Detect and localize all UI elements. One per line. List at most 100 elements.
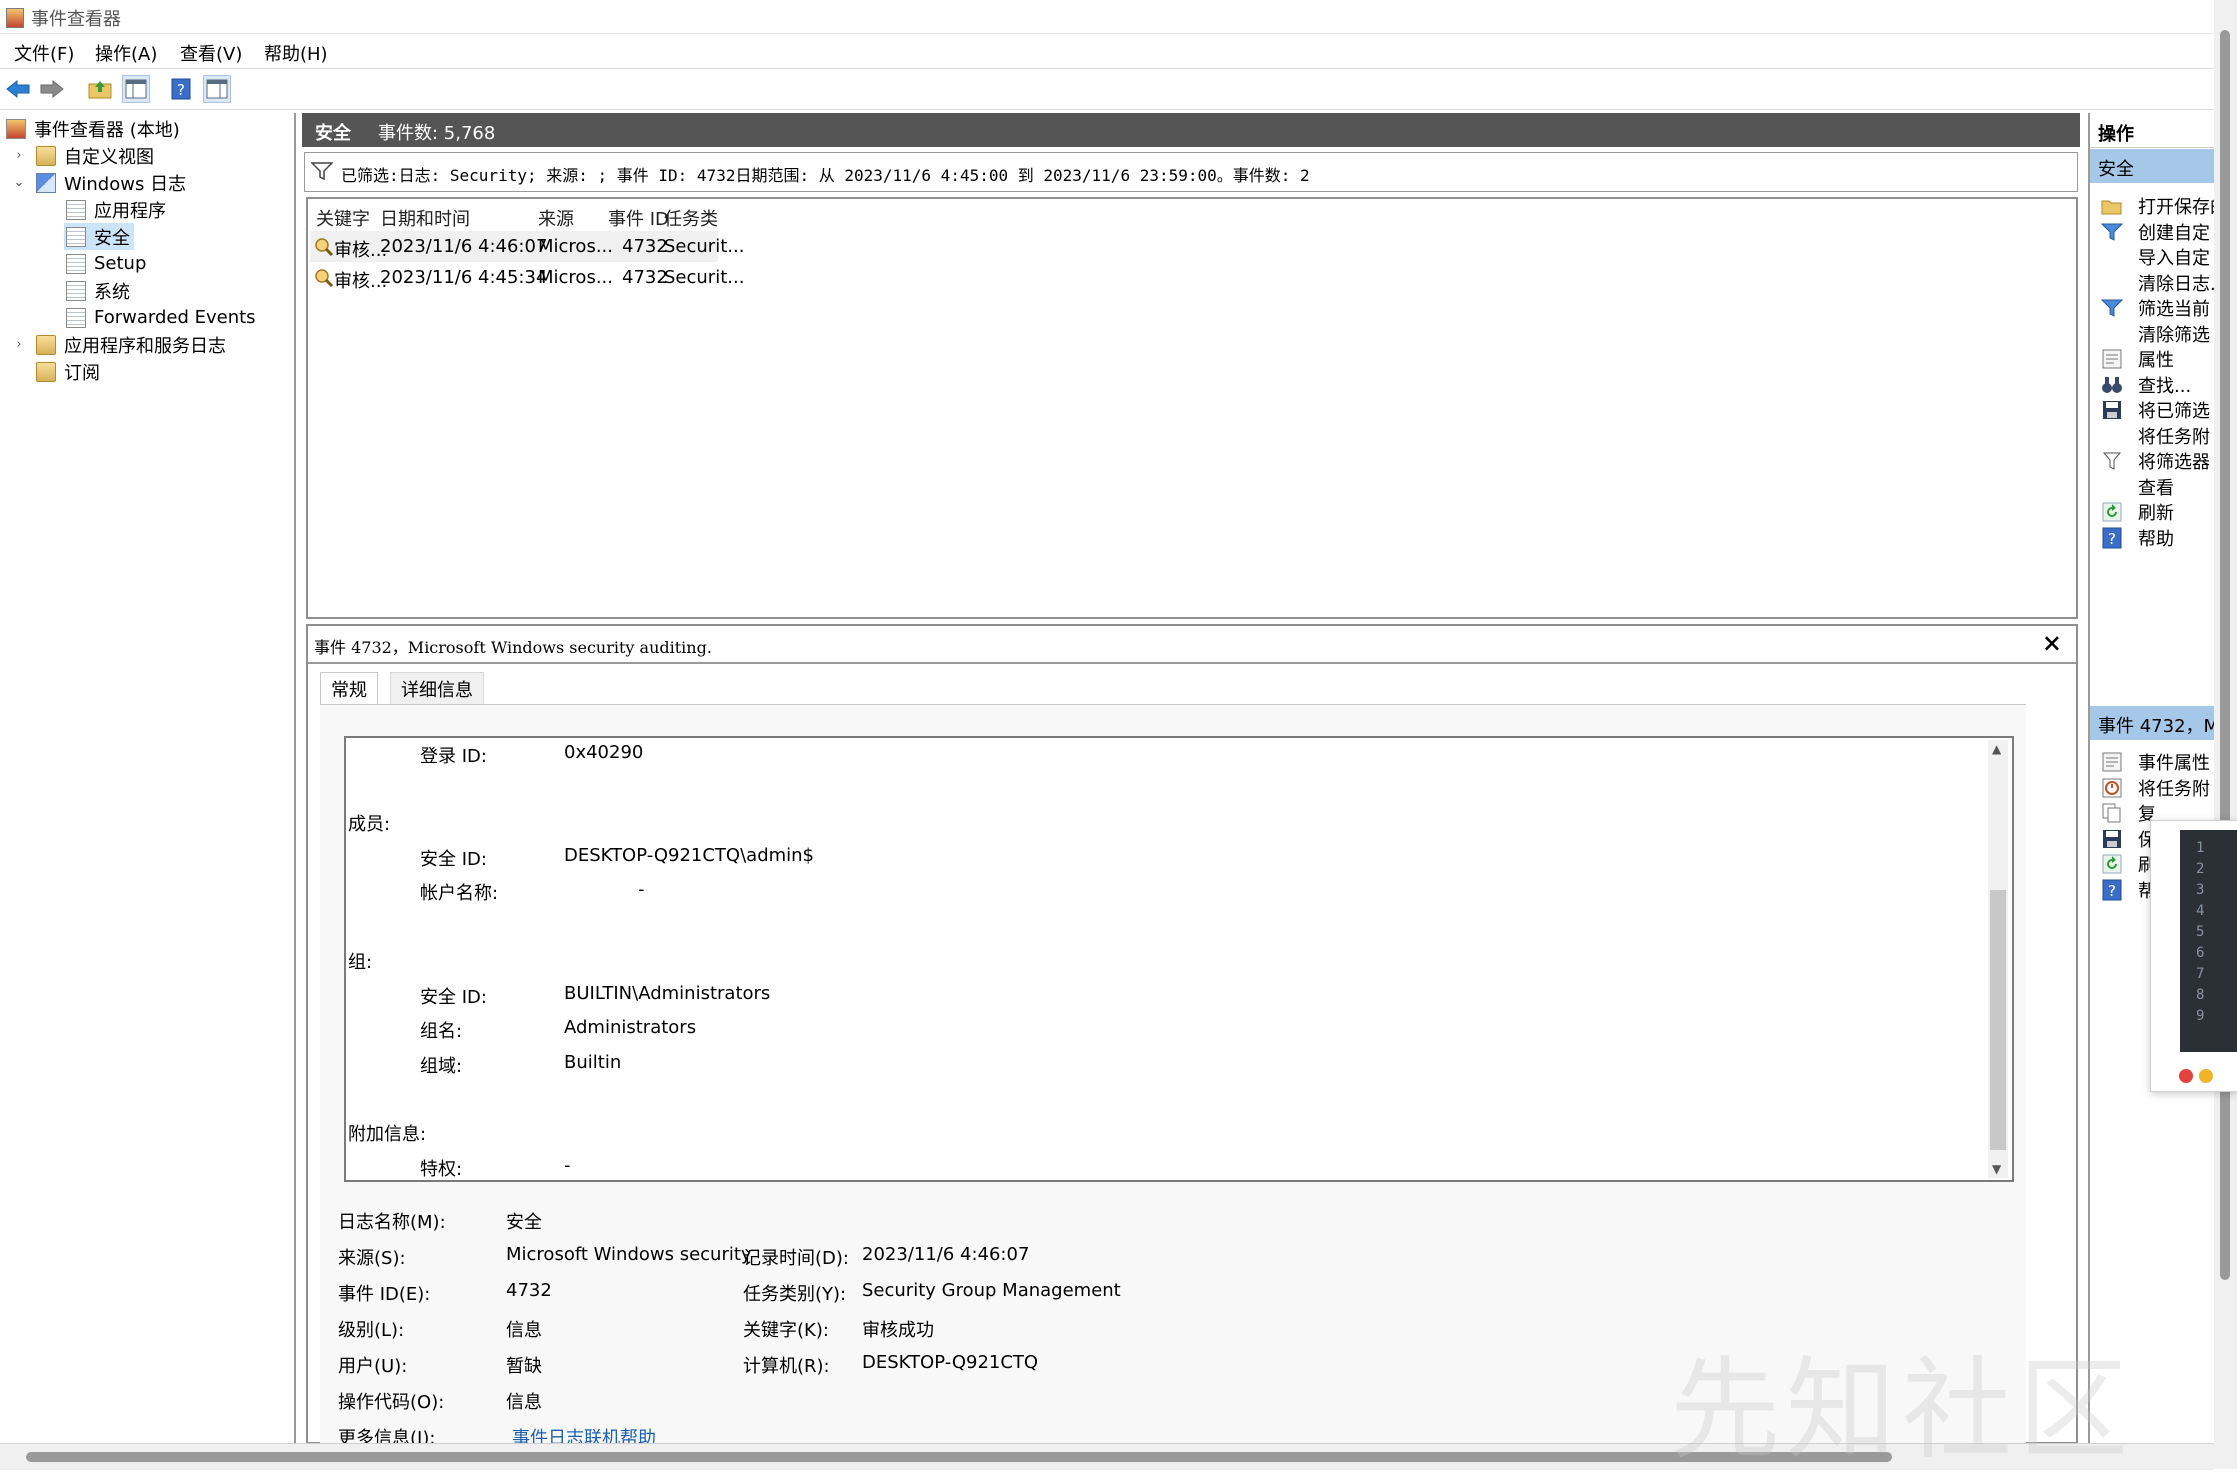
tree-item-custom-views[interactable]: › 自定义视图 (12, 142, 154, 169)
help-icon: ? (2100, 526, 2124, 550)
line-number: 3 (2196, 882, 2205, 898)
detail-label: 登录 ID: (420, 746, 487, 767)
tree-item-forwarded-events[interactable]: Forwarded Events (66, 304, 256, 331)
prop-value: Microsoft Windows security (506, 1244, 752, 1265)
help-icon[interactable]: ? (167, 75, 195, 103)
menu-file[interactable]: 文件(F) (14, 40, 74, 66)
description-scrollbar[interactable]: ▲ ▼ (1988, 740, 2008, 1178)
prop-label: 计算机(R): (743, 1356, 830, 1377)
cell-datetime: 2023/11/6 4:45:34 (380, 267, 548, 288)
tree-item-setup[interactable]: Setup (66, 250, 146, 277)
detail-label: 安全 ID: (420, 849, 487, 870)
cell-event-id: 4732 (622, 236, 668, 257)
tree-item-label: 订阅 (64, 362, 100, 384)
scrollbar-thumb[interactable] (1990, 890, 2006, 1150)
show-hide-tree-icon[interactable] (122, 75, 150, 103)
line-number: 8 (2196, 987, 2205, 1003)
tree-item-label: 安全 (94, 227, 130, 249)
folder-up-icon[interactable] (86, 75, 114, 103)
close-dot-icon[interactable] (2179, 1069, 2193, 1083)
column-header-keyword[interactable]: 关键字 (316, 205, 370, 231)
detail-value: 0x40290 (564, 742, 644, 763)
close-icon[interactable]: × (2042, 628, 2062, 657)
prop-label: 用户(U): (338, 1356, 408, 1377)
line-number: 9 (2196, 1008, 2205, 1024)
log-header-bar: 安全 事件数: 5,768 (302, 113, 2080, 147)
line-number: 1 (2196, 840, 2205, 856)
help-icon: ? (2100, 878, 2124, 902)
tree-item-windows-logs[interactable]: ⌄ Windows 日志 (12, 169, 186, 196)
actions-section-security[interactable]: 安全 (2090, 149, 2216, 183)
prop-label: 来源(S): (338, 1248, 406, 1269)
tree-item-system[interactable]: 系统 (66, 277, 130, 304)
detail-section-header: 成员: (348, 814, 391, 835)
preview-title-bar: 事件 4732，Microsoft Windows security audit… (308, 626, 2076, 664)
detail-value: Builtin (564, 1052, 622, 1073)
detail-label: 安全 ID: (420, 987, 487, 1008)
cell-source: Micros... (538, 267, 613, 288)
detail-value: BUILTIN\Administrators (564, 983, 771, 1004)
window-scrollbar[interactable] (2214, 0, 2237, 1469)
tab-general[interactable]: 常规 (320, 672, 378, 704)
cell-task: Securit... (664, 267, 745, 288)
tree-item-app-service-logs[interactable]: › 应用程序和服务日志 (12, 331, 226, 358)
action-item[interactable]: ? 帮助 (2090, 521, 2216, 555)
back-arrow-icon[interactable] (4, 75, 32, 103)
chevron-right-icon[interactable]: › (12, 148, 26, 163)
prop-label: 日志名称(M): (338, 1212, 446, 1233)
column-header-source[interactable]: 来源 (538, 205, 574, 231)
action-label: 帮助 (2138, 528, 2174, 550)
subscription-icon (36, 361, 56, 382)
detail-value: - (564, 1155, 571, 1176)
prop-value: 信息 (506, 1392, 542, 1413)
minimize-dot-icon[interactable] (2199, 1069, 2213, 1083)
prop-label: 操作代码(O): (338, 1392, 445, 1413)
chevron-right-icon[interactable]: › (12, 337, 26, 352)
tree-item-label: 自定义视图 (64, 146, 154, 168)
forward-arrow-icon[interactable] (38, 75, 66, 103)
line-number: 7 (2196, 966, 2205, 982)
prop-value: 审核成功 (862, 1320, 934, 1341)
tree-item-subscriptions[interactable]: 订阅 (36, 358, 100, 385)
column-header-datetime[interactable]: 日期和时间 (380, 205, 470, 231)
tree-item-security[interactable]: 安全 (64, 223, 134, 250)
menu-action[interactable]: 操作(A) (95, 40, 157, 66)
tree-item-label: Forwarded Events (94, 307, 256, 328)
prop-label: 事件 ID(E): (338, 1284, 431, 1305)
table-row[interactable]: 审核... 2023/11/6 4:46:07 Micros... 4732 S… (310, 231, 744, 262)
prop-label: 任务类别(Y): (743, 1284, 847, 1305)
scroll-down-icon[interactable]: ▼ (1992, 1162, 2001, 1176)
chevron-down-icon[interactable]: ⌄ (12, 175, 26, 190)
event-viewer-icon (6, 118, 26, 139)
column-header-event-id[interactable]: 事件 ID (608, 205, 669, 231)
actions-header: 操作 (2090, 113, 2216, 148)
column-header-row: 关键字 日期和时间 来源 事件 ID 任务类别 (308, 199, 718, 256)
tree-item-root[interactable]: 事件查看器 (本地) (6, 115, 180, 142)
event-list: 关键字 日期和时间 来源 事件 ID 任务类别 审核... 2023/11/6 … (306, 197, 2078, 619)
tree-item-label: 事件查看器 (本地) (34, 119, 180, 141)
windows-logs-icon (36, 172, 56, 193)
scrollbar-thumb[interactable] (26, 1452, 1892, 1462)
show-hide-action-pane-icon[interactable] (203, 75, 231, 103)
detail-value: DESKTOP-Q921CTQ\admin$ (564, 845, 815, 866)
log-icon (66, 280, 86, 301)
scroll-up-icon[interactable]: ▲ (1992, 742, 2001, 756)
cell-event-id: 4732 (622, 267, 668, 288)
menu-help[interactable]: 帮助(H) (264, 40, 328, 66)
detail-section-header: 附加信息: (348, 1124, 427, 1145)
menu-view[interactable]: 查看(V) (180, 40, 242, 66)
detail-label: 组名: (420, 1021, 463, 1042)
log-icon (66, 253, 86, 274)
event-description-box[interactable]: 登录 ID: 0x40290 成员: 安全 ID: DESKTOP-Q921CT… (344, 736, 2014, 1182)
line-number: 4 (2196, 903, 2205, 919)
scrollbar-thumb[interactable] (2220, 30, 2230, 1280)
tab-details[interactable]: 详细信息 (390, 672, 484, 704)
line-number: 5 (2196, 924, 2205, 940)
actions-section-event[interactable]: 事件 4732，M (2090, 706, 2219, 740)
filter-bar: 已筛选:日志: Security; 来源: ; 事件 ID: 4732日期范围:… (304, 152, 2078, 192)
line-number: 6 (2196, 945, 2205, 961)
table-row[interactable]: 审核... 2023/11/6 4:45:34 Micros... 4732 S… (310, 262, 744, 293)
preview-title: 事件 4732，Microsoft Windows security audit… (314, 638, 712, 657)
detail-value: Administrators (564, 1017, 697, 1038)
tree-item-application[interactable]: 应用程序 (66, 196, 166, 223)
